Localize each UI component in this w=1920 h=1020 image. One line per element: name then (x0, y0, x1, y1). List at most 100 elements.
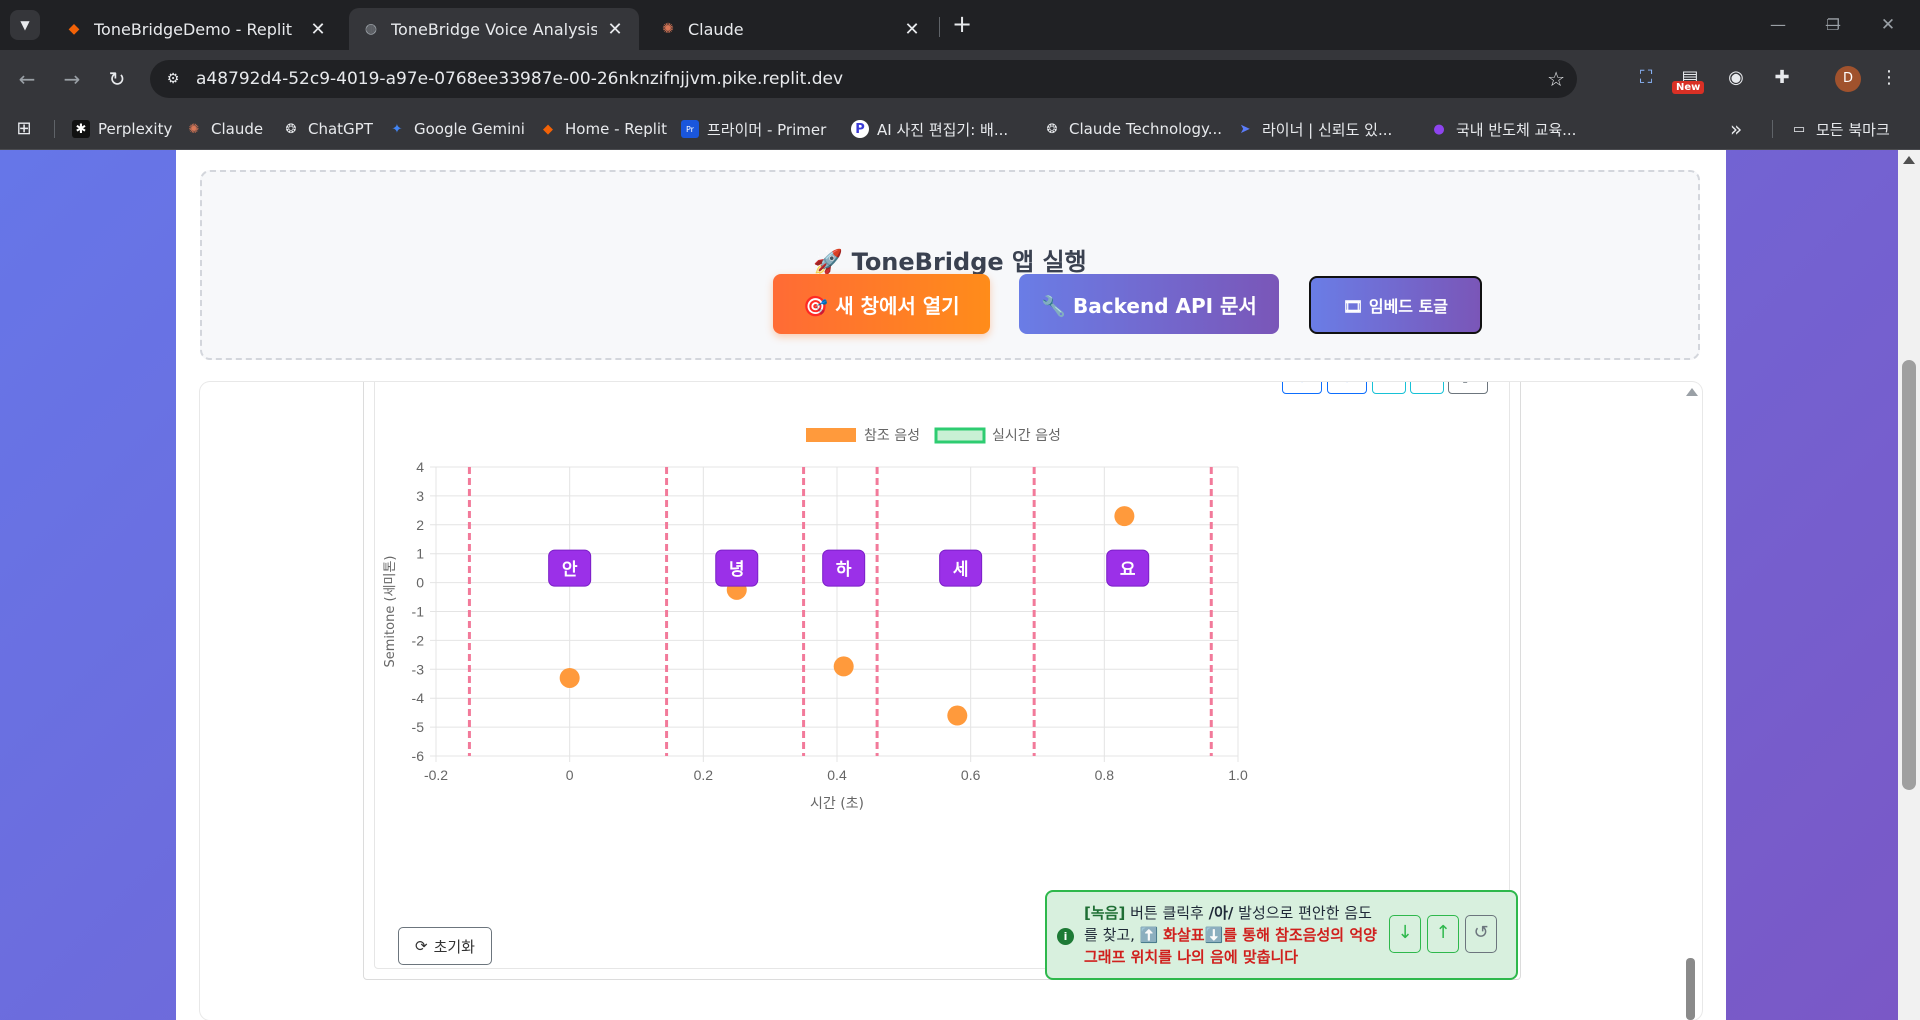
arrow-left-icon: ← (18, 67, 36, 91)
bookmark-claude-technology[interactable]: ❂ Claude Technology... (1043, 108, 1223, 150)
tab-claude[interactable]: ✺ Claude ✕ (646, 8, 936, 50)
syllable-label: 안 (562, 560, 578, 580)
chatgpt-icon: ❂ (285, 121, 297, 137)
bookmark-label: Claude Technology... (1069, 120, 1223, 138)
apps-grid-icon[interactable]: ⊞ (13, 118, 35, 140)
embedded-app-frame: ⊕ ⊖ ‹ › ⤢ -0.200.20.40.60.81.043210-1-2-… (200, 382, 1702, 1020)
refresh-icon: ⟳ (415, 937, 428, 955)
scroll-up-arrow[interactable] (1903, 156, 1915, 164)
bookmark-liner[interactable]: ➤ 라이너 | 신뢰도 있... (1236, 108, 1393, 150)
url-text[interactable]: a48792d4-52c9-4019-a97e-0768ee33987e-00-… (196, 60, 843, 98)
tab-separator (939, 17, 940, 37)
x-tick-label: 0.6 (961, 767, 981, 783)
page-viewport: 🚀 ToneBridge 앱 실행 🎯 새 창에서 열기 🔧 Backend A… (0, 150, 1920, 1020)
pitch-up-button[interactable]: ↑ (1427, 915, 1459, 953)
y-tick-label: 4 (416, 459, 424, 475)
close-icon[interactable]: ✕ (308, 19, 328, 40)
new-tab-button[interactable]: + (948, 10, 976, 38)
y-axis-label: Semitone (세미톤) (383, 556, 398, 668)
arrow-right-icon: → (63, 67, 81, 91)
tab-search-button[interactable]: ▼ (10, 10, 40, 40)
all-bookmarks-folder[interactable]: ▭ 모든 북마크 (1790, 108, 1890, 150)
bookmark-replit[interactable]: ◆ Home - Replit (539, 108, 667, 150)
replit-icon: ◆ (543, 121, 553, 137)
y-tick-label: -2 (412, 632, 425, 648)
reference-pitch-point (947, 705, 968, 726)
pitch-chart: -0.2 0 0.2 0.4 0.6 0.8 1.0 4 3 2 1 0 -1 -2 -3 -4 -5 -6 시간 … (383, 427, 1248, 812)
globe-icon: ◍ (364, 21, 378, 37)
restore-window-button[interactable]: ❐ (1810, 8, 1856, 42)
main-card: 🚀 ToneBridge 앱 실행 🎯 새 창에서 열기 🔧 Backend A… (176, 150, 1726, 1020)
bookmark-label: 프라이머 - Primer (707, 120, 827, 139)
minimize-window-button[interactable]: — (1755, 8, 1801, 42)
legend-label-realtime: 실시간 음성 (992, 428, 1061, 444)
page-scrollbar-thumb[interactable] (1902, 360, 1916, 790)
hint-box: i [녹음] 버튼 클릭후 /아/ 발성으로 편안한 음도를 찾고, ⬆️ 화살… (1045, 890, 1518, 980)
inner-scrollbar-thumb[interactable] (1686, 958, 1695, 1020)
bookmark-primer[interactable]: Pr 프라이머 - Primer (681, 108, 826, 150)
address-bar[interactable]: ⚙ a48792d4-52c9-4019-a97e-0768ee33987e-0… (150, 60, 1577, 98)
puzzle-icon[interactable]: ✚ (1768, 64, 1796, 92)
back-button[interactable]: ← (11, 63, 43, 95)
page-scrollbar[interactable] (1898, 150, 1920, 1020)
syllable-label: 세 (953, 560, 969, 580)
embed-toggle-button[interactable]: 🎞 임베드 토글 (1309, 276, 1482, 334)
reference-pitch-point (1114, 506, 1135, 527)
avatar[interactable]: D (1835, 66, 1861, 92)
gemini-icon: ✦ (391, 121, 403, 137)
x-tick-label: 0 (566, 767, 574, 783)
openai-icon: ❂ (1046, 121, 1058, 137)
new-badge: New (1672, 81, 1705, 94)
info-icon: i (1057, 928, 1074, 945)
bookmark-photo-editor[interactable]: P AI 사진 편집기: 배... (851, 108, 1008, 150)
close-window-button[interactable]: ✕ (1865, 8, 1911, 42)
bookmark-chatgpt[interactable]: ❂ ChatGPT (282, 108, 373, 150)
y-tick-label: 1 (416, 546, 424, 562)
close-icon[interactable]: ✕ (605, 19, 625, 40)
legend-swatch-reference (806, 428, 856, 442)
launch-panel: 🚀 ToneBridge 앱 실행 🎯 새 창에서 열기 🔧 Backend A… (200, 170, 1700, 360)
reset-button[interactable]: ⟳ 초기화 (398, 927, 492, 965)
x-tick-label: 0.2 (694, 767, 714, 783)
bookmark-label: ChatGPT (308, 120, 373, 138)
reload-button[interactable]: ↻ (101, 63, 133, 95)
bookmark-perplexity[interactable]: ✱ Perplexity (72, 108, 172, 150)
arrow-up-icon: ↑ (1435, 922, 1451, 943)
reset-label: 초기화 (433, 937, 475, 956)
claude-icon: ✺ (188, 121, 200, 137)
tab-tonebridge-demo[interactable]: ◆ ToneBridgeDemo - Replit ✕ (52, 8, 342, 50)
open-new-window-button[interactable]: 🎯 새 창에서 열기 (773, 274, 990, 334)
bookmarks-separator (1772, 120, 1773, 138)
tab-tonebridge-voice[interactable]: ◍ ToneBridge Voice Analysis - Cl ✕ (349, 8, 639, 50)
close-icon[interactable]: ✕ (902, 19, 922, 40)
hint-part1: 버튼 클릭후 (1125, 904, 1209, 922)
bookmark-label: Claude (211, 120, 264, 138)
browser-toolbar: ← → ↻ ⚙ a48792d4-52c9-4019-a97e-0768ee33… (0, 50, 1920, 108)
hint-text: [녹음] 버튼 클릭후 /아/ 발성으로 편안한 음도를 찾고, ⬆️ 화살표⬇… (1084, 902, 1384, 968)
chevron-down-icon: ▼ (20, 18, 30, 32)
bookmark-label: 라이너 | 신뢰도 있... (1262, 120, 1393, 139)
photo-editor-icon: P (851, 120, 869, 138)
menu-dots-icon[interactable]: ⋮ (1875, 64, 1903, 92)
forward-button[interactable]: → (56, 63, 88, 95)
bookmark-semiconductor[interactable]: ● 국내 반도체 교육... (1430, 108, 1576, 150)
pitch-down-button[interactable]: ↓ (1389, 915, 1421, 953)
chevron-double-right-icon[interactable]: » (1730, 108, 1742, 150)
camera-icon[interactable]: ◉ (1722, 64, 1750, 92)
backend-api-docs-button[interactable]: 🔧 Backend API 문서 (1019, 274, 1279, 334)
bookmarks-bar: ⊞ ✱ Perplexity ✺ Claude ❂ ChatGPT ✦ Google G… (0, 108, 1920, 150)
pitch-reset-button[interactable]: ↺ (1465, 915, 1497, 953)
syllable-label: 녕 (729, 559, 745, 580)
bookmark-gemini[interactable]: ✦ Google Gemini (388, 108, 525, 150)
bookmark-label: AI 사진 편집기: 배... (877, 120, 1009, 139)
site-settings-icon[interactable]: ⚙ (160, 66, 186, 92)
inner-scroll-up-arrow[interactable] (1686, 388, 1698, 396)
legend-label-reference: 참조 음성 (864, 428, 920, 444)
bookmark-claude[interactable]: ✺ Claude (185, 108, 264, 150)
bookmarks-separator (54, 120, 55, 138)
crop-extension-icon[interactable]: ⛶ (1632, 64, 1660, 92)
all-bookmarks-label: 모든 북마크 (1816, 120, 1890, 139)
bookmark-star-icon[interactable]: ☆ (1547, 60, 1565, 98)
y-tick-label: 2 (416, 517, 424, 533)
legend-swatch-realtime (934, 427, 986, 444)
